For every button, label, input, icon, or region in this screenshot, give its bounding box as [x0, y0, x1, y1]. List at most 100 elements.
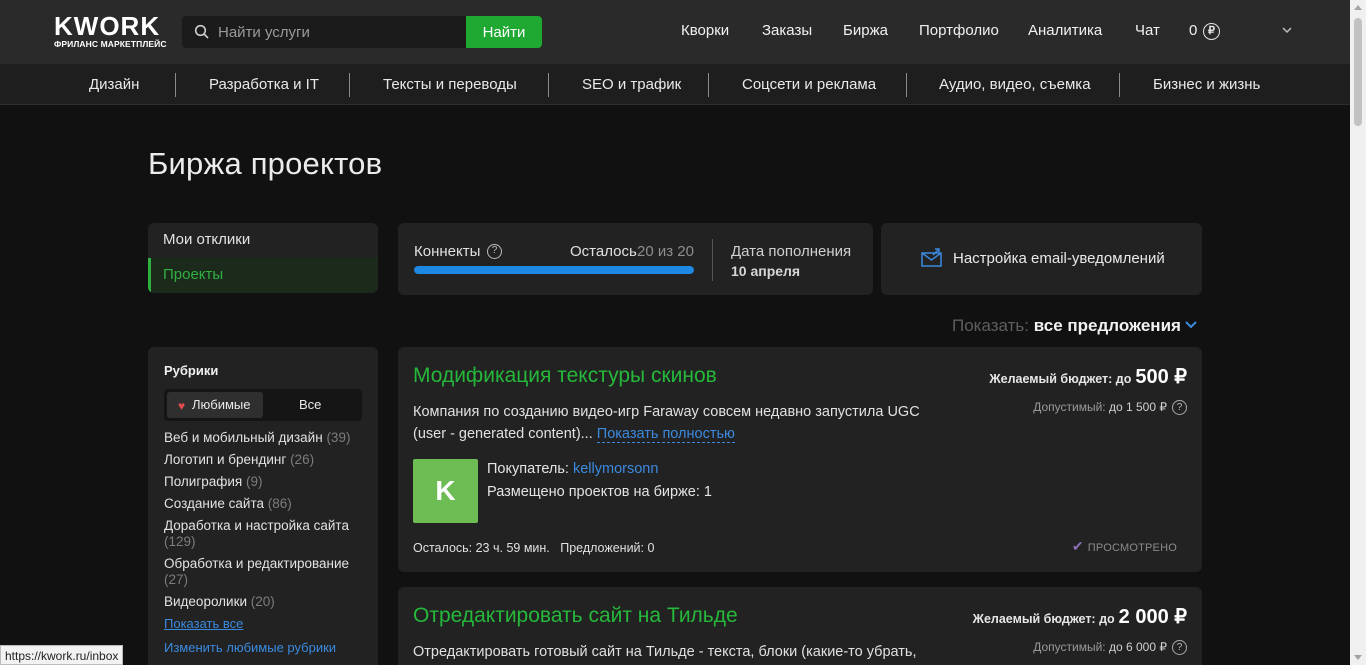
buyer-projects-count: Размещено проектов на бирже: 1	[487, 484, 712, 500]
rubric-name: Веб и мобильный дизайн	[164, 430, 323, 445]
search-button[interactable]: Найти	[466, 16, 542, 48]
category-design[interactable]: Дизайн	[89, 76, 139, 93]
menu-projects[interactable]: Проекты	[148, 258, 378, 293]
buyer-label: Покупатель:	[487, 461, 569, 477]
nav-chat[interactable]: Чат	[1135, 22, 1160, 39]
project-description: Отредактировать готовый сайт на Тильде -…	[413, 644, 917, 660]
rubric-count: (86)	[267, 496, 292, 511]
category-dev-it[interactable]: Разработка и IT	[209, 76, 319, 93]
project-card: Отредактировать сайт на Тильде Желаемый …	[398, 587, 1202, 665]
allowed-budget: Допустимый: до 1 500 ₽?	[1033, 400, 1187, 416]
page-title: Биржа проектов	[148, 146, 383, 181]
avatar[interactable]: K	[413, 459, 478, 523]
rubric-count: (39)	[326, 430, 351, 445]
category-divider	[548, 73, 549, 97]
tab-favorites[interactable]: ♥ Любимые	[167, 392, 263, 418]
category-divider	[708, 73, 709, 97]
top-header: KWORK ФРИЛАНС МАРКЕТПЛЕЙС Найти Кворки З…	[0, 0, 1350, 64]
category-audio-video[interactable]: Аудио, видео, съемка	[939, 76, 1091, 93]
connects-label: Коннекты	[414, 243, 481, 260]
category-bar: Дизайн Разработка и IT Тексты и переводы…	[0, 64, 1350, 105]
nav-kworks[interactable]: Кворки	[681, 22, 729, 39]
nav-orders[interactable]: Заказы	[762, 22, 812, 39]
nav-exchange[interactable]: Биржа	[843, 22, 888, 39]
refill-date: 10 апреля	[731, 263, 801, 279]
rubric-name: Полиграфия	[164, 474, 243, 489]
scrollbar[interactable]	[1350, 0, 1366, 665]
allowed-label: Допустимый:	[1033, 400, 1106, 414]
category-social[interactable]: Соцсети и реклама	[742, 76, 876, 93]
edit-favorites-link[interactable]: Изменить любимые рубрики	[164, 640, 364, 655]
left-menu: Мои отклики Проекты	[148, 223, 378, 293]
help-icon[interactable]: ?	[1172, 400, 1187, 416]
tab-all[interactable]: Все	[288, 392, 358, 418]
category-divider	[349, 73, 350, 97]
rubric-item[interactable]: Логотип и брендинг (26)	[164, 452, 364, 468]
chevron-down-icon[interactable]	[1281, 24, 1293, 36]
rubric-name: Видеоролики	[164, 594, 248, 609]
category-business[interactable]: Бизнес и жизнь	[1153, 76, 1260, 93]
project-title[interactable]: Модификация текстуры скинов	[413, 364, 717, 388]
project-title[interactable]: Отредактировать сайт на Тильде	[413, 604, 738, 628]
scroll-up-icon[interactable]	[1354, 5, 1362, 10]
search-box	[182, 16, 466, 48]
kwork-logo[interactable]: KWORK ФРИЛАНС МАРКЕТПЛЕЙС	[54, 11, 167, 49]
rubric-count: (27)	[164, 572, 189, 587]
rubric-item[interactable]: Веб и мобильный дизайн (39)	[164, 430, 364, 446]
logo-word: KWORK	[54, 11, 161, 41]
category-seo[interactable]: SEO и трафик	[582, 76, 681, 93]
category-divider	[175, 73, 176, 97]
rubric-name: Логотип и брендинг	[164, 452, 287, 467]
checkmark-icon: ✔	[1071, 538, 1084, 554]
offers-filter[interactable]: Показать: все предложения	[952, 316, 1197, 336]
rubric-item[interactable]: Полиграфия (9)	[164, 474, 364, 490]
rubric-name: Обработка и редактирование	[164, 556, 350, 571]
scroll-down-icon[interactable]	[1354, 655, 1362, 660]
filter-value[interactable]: все предложения	[1034, 316, 1181, 335]
nav-portfolio[interactable]: Портфолио	[919, 22, 999, 39]
status-bar-url: https://kwork.ru/inbox	[0, 645, 124, 665]
chevron-down-icon[interactable]	[1185, 320, 1197, 330]
nav-analytics[interactable]: Аналитика	[1028, 22, 1102, 39]
show-all-link[interactable]: Показать все	[164, 616, 364, 631]
rubric-count: (9)	[246, 474, 263, 489]
category-divider	[1119, 73, 1120, 97]
help-icon[interactable]: ?	[1172, 640, 1187, 656]
buyer-name-link[interactable]: kellymorsonn	[573, 461, 658, 477]
allowed-budget: Допустимый: до 6 000 ₽?	[1033, 640, 1187, 656]
email-settings-link[interactable]: Настройка email-уведомлений	[953, 250, 1165, 267]
rubric-count: (20)	[250, 594, 275, 609]
viewed-label: ПРОСМОТРЕНО	[1087, 542, 1177, 554]
allowed-value: до 6 000 ₽	[1108, 640, 1167, 654]
rubrics-title: Рубрики	[164, 363, 219, 378]
search-input[interactable]	[218, 16, 458, 48]
help-icon[interactable]: ?	[487, 244, 502, 259]
category-texts[interactable]: Тексты и переводы	[383, 76, 517, 93]
rubric-name: Создание сайта	[164, 496, 264, 511]
rubric-item[interactable]: Обработка и редактирование (27)	[164, 556, 364, 588]
filter-prefix: Показать:	[952, 316, 1029, 335]
balance-amount[interactable]: 0	[1189, 22, 1197, 39]
rubric-count: (26)	[290, 452, 315, 467]
email-settings-panel[interactable]: Настройка email-уведомлений	[881, 223, 1202, 295]
project-description: Компания по созданию видео-игр Faraway с…	[413, 401, 933, 445]
menu-my-responses[interactable]: Мои отклики	[148, 223, 378, 258]
rubric-item[interactable]: Видеоролики (20)	[164, 594, 364, 610]
show-more-link[interactable]: Показать полностью	[596, 426, 735, 443]
time-left: Осталось: 23 ч. 59 мин.	[413, 541, 550, 555]
offers-count: Предложений: 0	[560, 541, 655, 555]
connects-progress-bar	[414, 266, 694, 274]
budget-label: Желаемый бюджет: до	[972, 612, 1115, 626]
rubric-item[interactable]: Создание сайта (86)	[164, 496, 364, 512]
divider	[712, 239, 713, 281]
connects-left-label: Осталось	[570, 243, 637, 260]
heart-icon: ♥	[178, 399, 186, 413]
rubrics-tabs: ♥ Любимые Все	[164, 389, 362, 421]
budget-value: 500 ₽	[1135, 366, 1187, 388]
rubric-item[interactable]: Доработка и настройка сайта (129)	[164, 518, 364, 550]
buyer-info: Покупатель: kellymorsonn	[487, 461, 658, 477]
ruble-coin-icon[interactable]: ₽	[1203, 23, 1220, 40]
connects-count: 20 из 20	[637, 243, 694, 260]
project-meta: Осталось: 23 ч. 59 мин. Предложений: 0	[413, 541, 654, 555]
scrollbar-thumb[interactable]	[1354, 18, 1362, 126]
